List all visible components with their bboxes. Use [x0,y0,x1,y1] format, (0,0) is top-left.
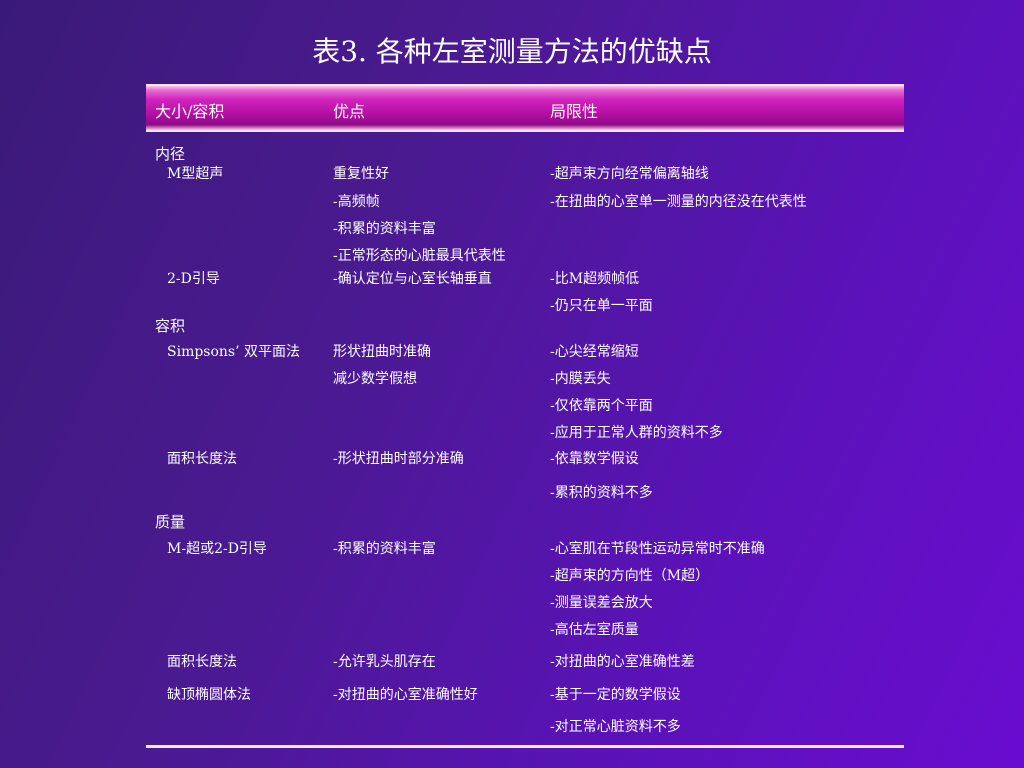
advantage-cell: -积累的资料丰富 [333,221,436,237]
limitation-cell: -心室肌在节段性运动异常时不准确 [550,541,765,557]
section-label: 内径 [155,145,186,163]
limitation-cell: -高估左室质量 [550,622,639,638]
advantage-cell: -正常形态的心脏最具代表性 [333,248,506,264]
column-header-size-volume: 大小/容积 [155,102,225,121]
advantage-cell: -允许乳头肌存在 [333,654,436,670]
method-label: M-超或2-D引导 [167,541,267,557]
limitation-cell: -心尖经常缩短 [550,344,639,360]
method-label: 缺顶椭圆体法 [167,687,251,703]
method-label: 面积长度法 [167,654,237,670]
limitation-cell: -超声束的方向性（M超） [550,568,710,584]
method-label: M型超声 [167,166,224,182]
table-header: 大小/容积 优点 局限性 [146,84,904,132]
limitation-cell: -在扭曲的心室单一测量的内径没在代表性 [550,194,807,210]
limitation-cell: -累积的资料不多 [550,485,653,501]
page-title: 表3. 各种左室测量方法的优缺点 [312,35,712,68]
limitation-cell: -比M超频帧低 [550,271,640,287]
column-header-limitations: 局限性 [550,102,599,121]
section-label: 容积 [155,317,186,335]
limitation-cell: -依靠数学假设 [550,451,639,467]
table-bottom-rule [146,745,904,748]
advantage-cell: 减少数学假想 [333,371,417,387]
limitation-cell: -对正常心脏资料不多 [550,719,681,735]
method-label: 面积长度法 [167,451,237,467]
limitation-cell: -仅依靠两个平面 [550,398,653,414]
limitation-cell: -应用于正常人群的资料不多 [550,425,723,441]
section-label: 质量 [155,513,186,531]
advantage-cell: -积累的资料丰富 [333,541,436,557]
limitation-cell: -内膜丢失 [550,371,611,387]
limitation-cell: -测量误差会放大 [550,595,653,611]
limitation-cell: -基于一定的数学假设 [550,687,681,703]
method-label: 2-D引导 [167,271,220,287]
advantage-cell: 重复性好 [333,166,389,182]
advantage-cell: -对扭曲的心室准确性好 [333,687,478,703]
advantage-cell: -高频帧 [333,194,380,210]
method-label: Simpsons’ 双平面法 [167,344,301,360]
limitation-cell: -超声束方向经常偏离轴线 [550,166,709,182]
limitation-cell: -仍只在单一平面 [550,298,653,314]
limitation-cell: -对扭曲的心室准确性差 [550,654,695,670]
advantage-cell: 形状扭曲时准确 [333,344,431,360]
column-header-advantages: 优点 [333,102,366,121]
advantage-cell: -确认定位与心室长轴垂直 [333,271,492,287]
advantage-cell: -形状扭曲时部分准确 [333,451,464,467]
